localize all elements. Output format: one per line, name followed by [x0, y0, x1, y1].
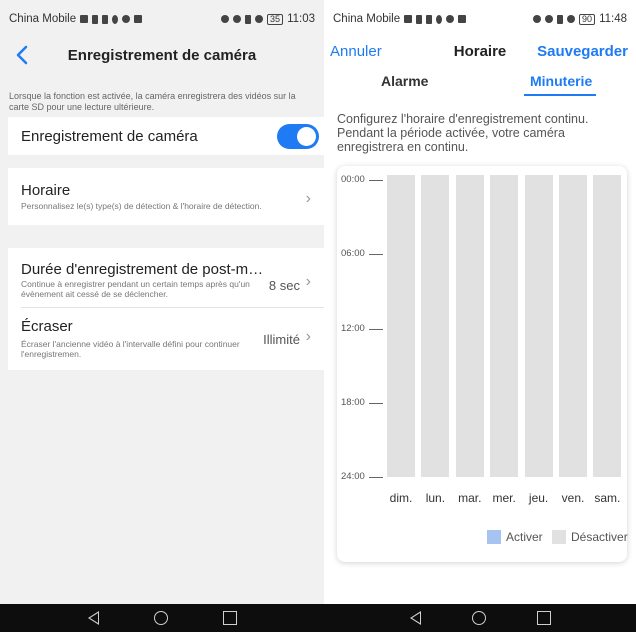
signal-icon — [416, 14, 423, 24]
chevron-right-icon: › — [305, 190, 311, 207]
top-nav: Enregistrement de caméra — [0, 38, 324, 72]
time-label: 18:00 — [341, 396, 365, 408]
camera-recording-screen: China Mobile 35 11:03 Enregistrement de … — [0, 0, 324, 632]
toggle-knob — [297, 127, 316, 146]
post-motion-value: 8 sec — [268, 278, 300, 293]
time-tick — [369, 254, 383, 256]
day-column[interactable] — [387, 175, 415, 477]
eye-icon — [533, 15, 542, 23]
time-tick — [369, 328, 383, 330]
time-label: 00:00 — [341, 174, 365, 185]
schedule-grid-card: 00:00 06:00 12:00 18:00 24:00 dim. lun. mar. me… — [337, 166, 628, 562]
status-bar: China Mobile 90 11:48 — [324, 0, 636, 38]
day-column[interactable] — [455, 175, 484, 477]
legend-on-label: Activer — [506, 530, 543, 544]
post-motion-desc: Continue à enregistrer pendant un certai… — [21, 279, 250, 299]
mode-tabs: Alarme Minuterie — [324, 70, 636, 98]
settings-card: Durée d'enregistrement de post-m… Contin… — [8, 248, 324, 370]
app-icon — [446, 15, 455, 23]
system-back-icon[interactable] — [87, 611, 99, 625]
chevron-right-icon: › — [305, 273, 311, 290]
system-nav-bar — [0, 604, 324, 632]
system-home-icon[interactable] — [471, 611, 486, 625]
overwrite-desc: Écraser l'ancienne vidéo à l'intervalle … — [21, 339, 240, 359]
notification-icon — [112, 14, 119, 24]
back-button[interactable] — [8, 38, 36, 72]
clock: 11:48 — [599, 13, 627, 25]
carrier-label: China Mobile — [333, 13, 401, 25]
system-home-icon[interactable] — [153, 611, 168, 625]
info-note: Lorsque la fonction est activée, la camé… — [9, 91, 296, 112]
clock: 11:03 — [287, 13, 315, 25]
post-motion-row[interactable]: Durée d'enregistrement de post-m… Contin… — [21, 248, 324, 307]
recording-toggle-switch[interactable] — [277, 124, 319, 149]
day-column[interactable] — [421, 175, 450, 477]
active-tab-indicator — [524, 94, 596, 96]
eye-icon — [221, 15, 230, 23]
day-column[interactable] — [524, 175, 553, 477]
battery-icon: 35 — [267, 13, 284, 25]
schedule-row[interactable]: Horaire Personnalisez le(s) type(s) de d… — [21, 168, 324, 225]
hd-icon — [404, 15, 413, 23]
mute-icon — [245, 14, 252, 24]
hourglass-icon — [102, 14, 109, 24]
status-bar: China Mobile 35 11:03 — [0, 0, 324, 38]
recording-toggle-row: Enregistrement de caméra — [8, 117, 324, 155]
system-back-icon[interactable] — [409, 611, 421, 625]
overwrite-title: Écraser — [21, 318, 73, 335]
hourglass-icon — [426, 14, 433, 24]
legend-off-label: Désactiver — [571, 530, 628, 544]
schedule-description: Configurez l'horaire d'enregistrement co… — [337, 112, 589, 154]
hd-icon — [80, 15, 89, 23]
overwrite-row[interactable]: Écraser Écraser l'ancienne vidéo à l'int… — [21, 308, 324, 370]
time-label: 06:00 — [341, 248, 365, 260]
system-recents-icon[interactable] — [536, 611, 551, 625]
schedule-desc: Personnalisez le(s) type(s) de détection… — [21, 201, 262, 211]
day-column[interactable] — [490, 175, 519, 477]
data-saver-icon — [567, 15, 576, 23]
notification-icon — [436, 14, 443, 24]
carrier-label: China Mobile — [9, 13, 77, 25]
system-recents-icon[interactable] — [222, 611, 237, 625]
data-saver-icon — [255, 15, 264, 23]
vibrate-icon — [233, 15, 242, 23]
recording-toggle-label: Enregistrement de caméra — [21, 127, 198, 145]
schedule-screen: China Mobile 90 11:48 Annuler Horaire Sa… — [324, 0, 636, 632]
legend-on: Activer — [487, 530, 543, 544]
signal-icon — [92, 14, 99, 24]
system-nav-bar — [324, 604, 636, 632]
vibrate-icon — [545, 15, 554, 23]
battery-icon: 90 — [579, 13, 596, 25]
time-label: 24:00 — [341, 471, 365, 482]
overwrite-value: Illimité — [263, 332, 300, 347]
schedule-card: Horaire Personnalisez le(s) type(s) de d… — [8, 168, 324, 225]
time-tick — [369, 402, 383, 404]
tab-timer[interactable]: Minuterie — [530, 73, 592, 89]
page-title: Enregistrement de caméra — [67, 46, 257, 64]
day-label: sam. — [594, 491, 621, 505]
legend-on-swatch — [487, 530, 501, 544]
time-label: 12:00 — [341, 322, 365, 334]
mute-icon — [557, 14, 564, 24]
schedule-header: Annuler Horaire Sauvegarder — [324, 38, 636, 66]
day-column[interactable] — [593, 175, 622, 477]
day-column[interactable] — [559, 175, 587, 477]
time-tick — [369, 477, 383, 478]
save-button[interactable]: Sauvegarder — [537, 43, 628, 60]
message-icon — [134, 15, 143, 23]
post-motion-title: Durée d'enregistrement de post-m… — [21, 261, 264, 278]
legend-off: Désactiver — [552, 530, 628, 544]
legend-off-swatch — [552, 530, 566, 544]
chevron-right-icon: › — [305, 328, 311, 345]
schedule-title: Horaire — [21, 182, 71, 199]
app-icon — [122, 15, 131, 23]
back-chevron-icon — [16, 45, 28, 65]
time-tick — [369, 180, 383, 181]
message-icon — [458, 15, 467, 23]
tab-alarm[interactable]: Alarme — [381, 73, 428, 89]
